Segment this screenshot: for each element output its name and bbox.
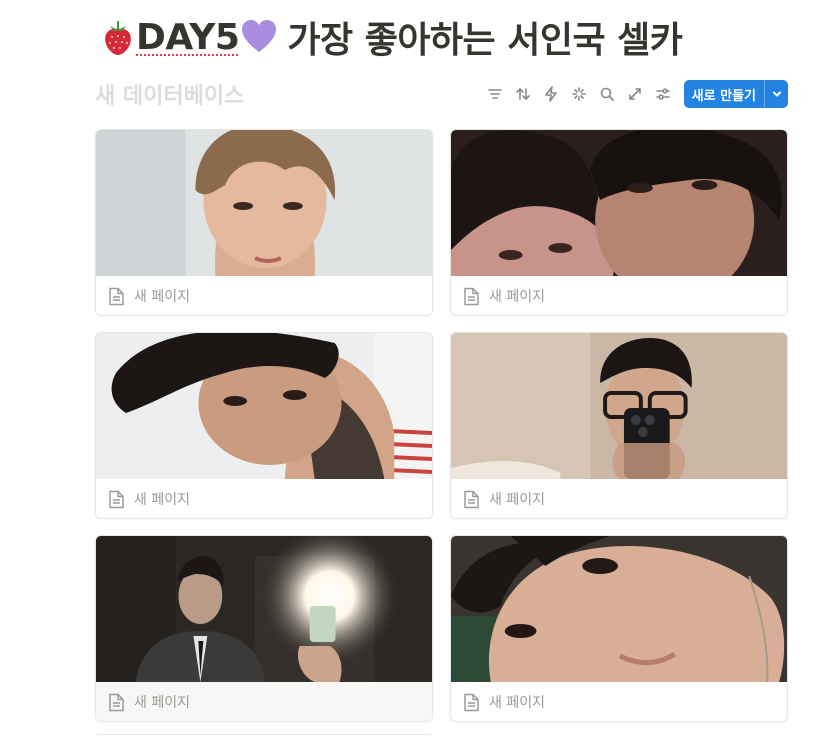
database-title[interactable]: 새 데이터베이스 (95, 78, 482, 110)
database-header: 새 데이터베이스 새로 만들기 (95, 78, 788, 110)
cover-photo (451, 536, 787, 682)
gallery-card[interactable]: 새 페이지 (95, 332, 433, 519)
automation-icon[interactable] (538, 81, 564, 107)
card-title: 새 페이지 (134, 492, 190, 508)
view-toolbar (482, 81, 676, 107)
filter-icon[interactable] (482, 81, 508, 107)
page-icon (463, 490, 480, 509)
sort-icon[interactable] (510, 81, 536, 107)
cover-photo (96, 333, 432, 479)
settings-sliders-icon[interactable] (650, 81, 676, 107)
strawberry-icon (100, 17, 136, 57)
expand-icon[interactable] (622, 81, 648, 107)
search-icon[interactable] (594, 81, 620, 107)
purple-heart-icon (239, 17, 277, 57)
page-icon (108, 287, 125, 306)
gallery-card[interactable]: 새 페이지 (450, 535, 788, 722)
gallery-card[interactable]: 새 페이지 (450, 332, 788, 519)
gallery-card[interactable]: 새 페이지 (450, 129, 788, 316)
cover-photo (451, 130, 787, 276)
new-button-group: 새로 만들기 (683, 80, 788, 108)
cover-photo (96, 536, 432, 682)
gallery-card[interactable]: 새 페이지 (95, 129, 433, 316)
ai-sparkle-icon[interactable] (566, 81, 592, 107)
gallery-view: 새 페이지 새 페이지 새 페이지 새 페이지 새 페이지 새 페이지 (95, 129, 788, 722)
gallery-card[interactable]: 새 페이지 (95, 535, 433, 722)
page-icon (108, 693, 125, 712)
card-title: 새 페이지 (489, 492, 545, 508)
page-title[interactable]: DAY5 가장 좋아하는 서인국 셀카 (100, 12, 683, 62)
card-title: 새 페이지 (134, 695, 190, 711)
card-title: 새 페이지 (489, 289, 545, 305)
page-icon (108, 490, 125, 509)
page-icon (463, 287, 480, 306)
chevron-down-icon[interactable] (764, 80, 788, 108)
new-button[interactable]: 새로 만들기 (684, 80, 764, 108)
title-day: DAY5 (136, 16, 240, 58)
cover-photo (96, 130, 432, 276)
cover-photo (451, 333, 787, 479)
page-icon (463, 693, 480, 712)
card-title: 새 페이지 (134, 289, 190, 305)
title-text: 가장 좋아하는 서인국 셀카 (287, 20, 683, 61)
card-title: 새 페이지 (489, 695, 545, 711)
